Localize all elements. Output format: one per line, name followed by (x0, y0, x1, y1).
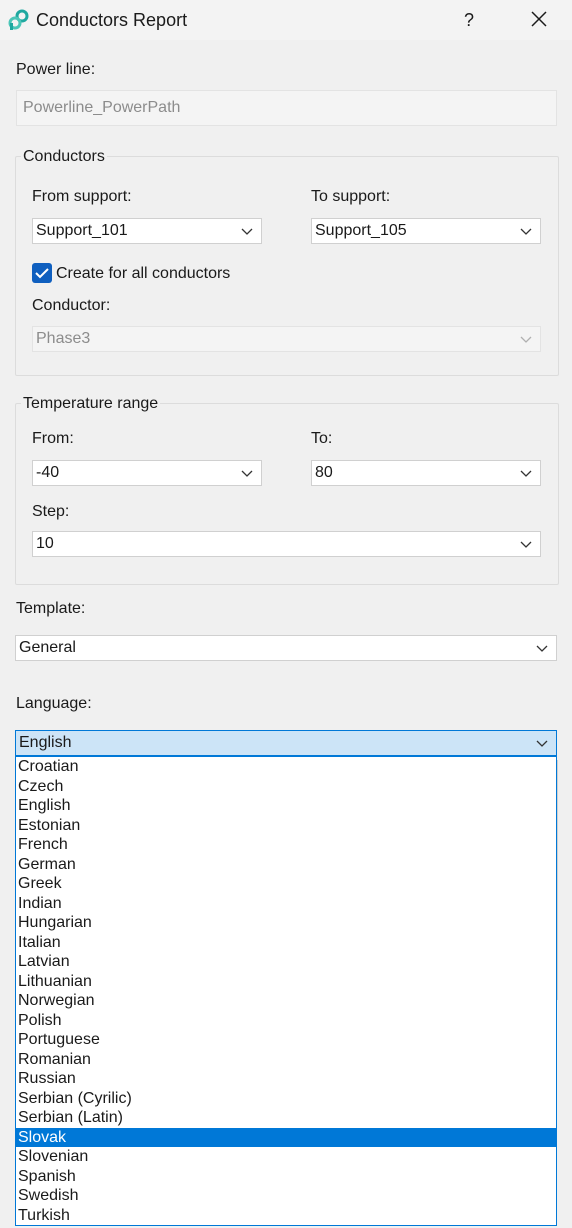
chevron-down-icon (520, 541, 532, 548)
chevron-down-icon (520, 470, 532, 477)
language-dropdown-list[interactable]: Croatian Czech English Estonian French German… (15, 756, 557, 1226)
language-option[interactable]: Italian (16, 933, 556, 953)
language-option[interactable]: Latvian (16, 952, 556, 972)
conductor-select: Phase3 (32, 326, 541, 352)
close-icon[interactable] (524, 6, 554, 34)
language-option[interactable]: German (16, 855, 556, 875)
language-option[interactable]: Norwegian (16, 991, 556, 1011)
power-line-field: Powerline_PowerPath (16, 90, 557, 126)
conductor-label: Conductor: (32, 297, 111, 314)
template-label: Template: (16, 600, 86, 617)
chevron-down-icon (520, 336, 532, 343)
from-support-label: From support: (32, 188, 132, 205)
chevron-down-icon (536, 645, 548, 652)
language-option[interactable]: Serbian (Cyrilic) (16, 1089, 556, 1109)
temp-from-label: From: (32, 430, 74, 447)
language-option[interactable]: French (16, 835, 556, 855)
create-all-label[interactable]: Create for all conductors (56, 265, 230, 283)
language-option[interactable]: Serbian (Latin) (16, 1108, 556, 1128)
template-select[interactable]: General (15, 635, 557, 661)
help-button[interactable]: ? (456, 6, 482, 34)
language-option[interactable]: Polish (16, 1011, 556, 1031)
title-bar: Conductors Report ? (0, 0, 572, 40)
conductors-group-title: Conductors (21, 148, 107, 166)
power-line-label: Power line: (16, 61, 96, 78)
language-option[interactable]: Swedish (16, 1186, 556, 1206)
to-support-select[interactable]: Support_105 (311, 218, 541, 244)
window-title: Conductors Report (36, 10, 188, 30)
temperature-group (15, 403, 559, 585)
language-option[interactable]: English (16, 796, 556, 816)
temp-from-select[interactable]: -40 (32, 460, 262, 486)
temperature-group-title: Temperature range (21, 395, 161, 413)
language-option[interactable]: Slovenian (16, 1147, 556, 1167)
language-option[interactable]: Romanian (16, 1050, 556, 1070)
temp-to-label: To: (311, 430, 333, 447)
divider (557, 760, 558, 1000)
language-option[interactable]: Croatian (16, 757, 556, 777)
language-options: Croatian Czech English Estonian French German… (16, 757, 556, 1225)
language-select[interactable]: English (15, 730, 557, 756)
language-option[interactable]: Czech (16, 777, 556, 797)
chevron-down-icon (520, 228, 532, 235)
language-option[interactable]: Turkish (16, 1206, 556, 1226)
chevron-down-icon (241, 470, 253, 477)
language-option[interactable]: Estonian (16, 816, 556, 836)
language-label: Language: (16, 695, 92, 712)
language-option[interactable]: Hungarian (16, 913, 556, 933)
to-support-label: To support: (311, 188, 391, 205)
app-logo-icon (8, 9, 29, 30)
from-support-select[interactable]: Support_101 (32, 218, 262, 244)
language-option[interactable]: Portuguese (16, 1030, 556, 1050)
language-option[interactable]: Russian (16, 1069, 556, 1089)
temp-to-select[interactable]: 80 (311, 460, 541, 486)
language-option[interactable]: Indian (16, 894, 556, 914)
chevron-down-icon (536, 740, 548, 747)
language-option[interactable]: Greek (16, 874, 556, 894)
step-label: Step: (32, 503, 70, 520)
checkmark-icon (35, 268, 49, 279)
language-option[interactable]: Spanish (16, 1167, 556, 1187)
language-option[interactable]: Slovak (16, 1127, 556, 1147)
chevron-down-icon (241, 228, 253, 235)
language-option[interactable]: Lithuanian (16, 972, 556, 992)
create-all-checkbox[interactable] (32, 263, 52, 283)
step-select[interactable]: 10 (32, 531, 541, 557)
